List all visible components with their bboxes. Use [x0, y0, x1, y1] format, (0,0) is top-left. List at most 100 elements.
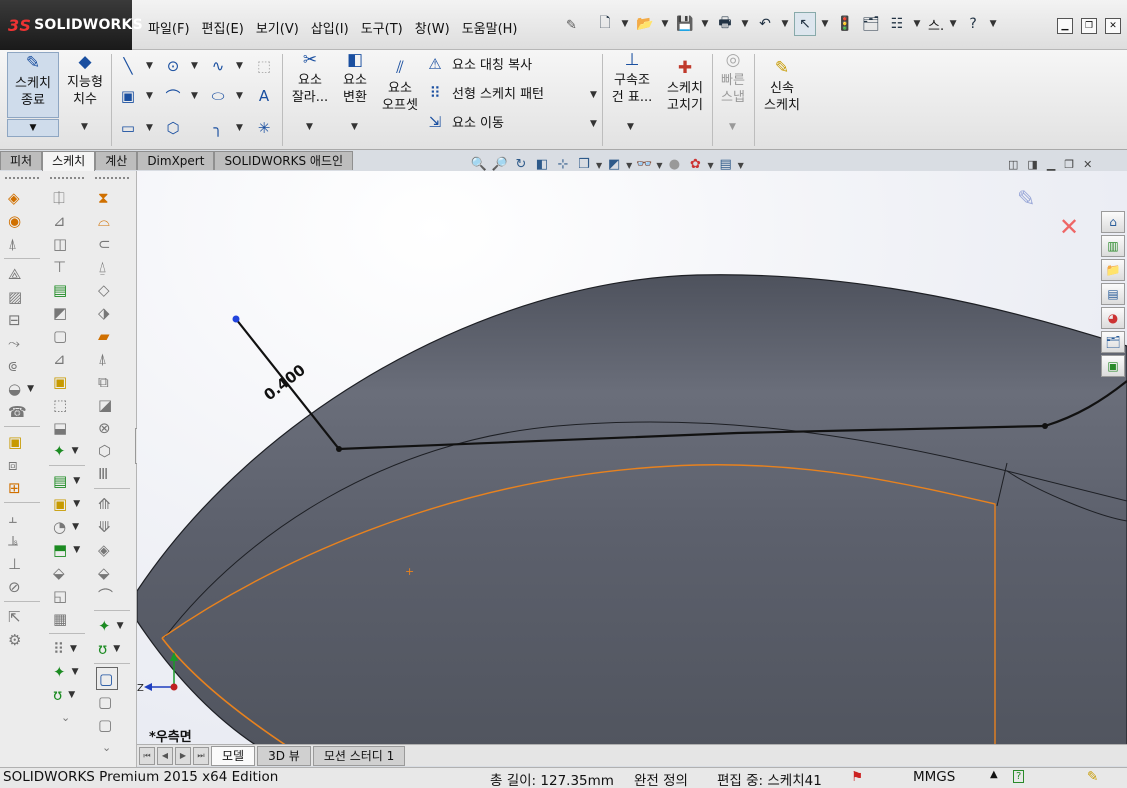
ref-plane-icon[interactable]: ▣: [47, 370, 87, 393]
mold-icon[interactable]: ◔ ▼: [47, 515, 87, 538]
custom-properties-icon[interactable]: 🗂: [1101, 331, 1125, 353]
mirror-entities-button[interactable]: ⚠ 요소 대칭 복사: [426, 54, 532, 74]
new-document-icon[interactable]: 🗋: [594, 12, 616, 36]
sketch-fillet-icon[interactable]: ⧗: [92, 186, 132, 209]
sketch-3d-icon[interactable]: ⎅: [47, 186, 87, 209]
cut-loft-icon[interactable]: ◒ ▼: [2, 377, 42, 400]
menu-help[interactable]: 도움말(H): [456, 16, 524, 39]
prev-tab-icon[interactable]: ◀: [157, 746, 173, 765]
trim-entities-button[interactable]: ✂ 요소 잘라...: [288, 52, 332, 106]
viewport-restore-icon[interactable]: ❐: [1064, 158, 1074, 171]
viewport-split-2-icon[interactable]: ◨: [1027, 158, 1037, 171]
previous-view-icon[interactable]: ↻: [512, 156, 530, 174]
minimize-icon[interactable]: ▁: [1057, 18, 1073, 34]
tab-features[interactable]: 피처: [0, 151, 43, 170]
section-view-icon[interactable]: ◧: [533, 156, 551, 174]
model-body[interactable]: [137, 274, 1127, 746]
options-icon[interactable]: ☷: [886, 12, 908, 36]
arc-icon[interactable]: ⌒: [163, 86, 183, 106]
save-block-icon[interactable]: ▣ ▼: [47, 492, 87, 515]
options-dropdown-icon[interactable]: ▼: [912, 12, 922, 36]
tab-model[interactable]: 모델: [211, 745, 256, 766]
add-sketch-icon[interactable]: ▤: [47, 278, 87, 301]
menu-file[interactable]: 파일(F): [142, 16, 196, 39]
new-dropdown-icon[interactable]: ▼: [620, 12, 630, 36]
boundary-icon[interactable]: ▨: [2, 285, 42, 308]
help-icon[interactable]: ?: [962, 12, 984, 36]
replace-face-icon[interactable]: ◪: [92, 393, 132, 416]
draft-icon[interactable]: ◩: [47, 301, 87, 324]
thicken-icon[interactable]: ▰: [92, 324, 132, 347]
search-commands-label[interactable]: 스.: [928, 15, 944, 34]
home-icon[interactable]: ⌂: [1101, 211, 1125, 233]
display-style-icon[interactable]: ◩: [605, 156, 623, 174]
convert-entities-button[interactable]: ◧ 요소 변환: [336, 52, 374, 106]
sweep-icon[interactable]: ⍋: [2, 232, 42, 255]
dynamic-annotation-icon[interactable]: ⊹: [554, 156, 572, 174]
smart-fastener-icon[interactable]: ✦ ▼: [47, 439, 87, 462]
loft-icon[interactable]: ⟁: [2, 262, 42, 285]
chamfer-icon[interactable]: ⌓: [92, 209, 132, 232]
search-dropdown-icon[interactable]: ▼: [948, 12, 958, 36]
undo-icon[interactable]: ↶: [754, 12, 776, 36]
menu-tools[interactable]: 도구(T): [355, 16, 409, 39]
cut-revolve-icon[interactable]: ⤳: [2, 331, 42, 354]
ruled-surface-icon[interactable]: ⍙: [92, 255, 132, 278]
view-settings-icon[interactable]: ▤: [717, 156, 735, 174]
rebuild-light-icon[interactable]: ⚑: [851, 769, 863, 785]
delete-body-icon[interactable]: ⊗: [92, 416, 132, 439]
tab-dimxpert[interactable]: DimXpert: [137, 151, 215, 170]
expand-toolbar-2-icon[interactable]: ⌄: [92, 736, 132, 759]
line-icon[interactable]: ╲: [118, 56, 138, 76]
zoom-area-icon[interactable]: 🔎: [491, 156, 509, 174]
hole-icon[interactable]: ☎: [2, 400, 42, 423]
fix-icon[interactable]: ⊘: [2, 575, 42, 598]
extend-surface-icon[interactable]: ◇: [92, 278, 132, 301]
exit-sketch-dropdown[interactable]: ▼: [7, 119, 59, 137]
select-dropdown-icon[interactable]: ▼: [820, 12, 830, 36]
plane-icon[interactable]: ▣: [2, 430, 42, 453]
offset-entities-button[interactable]: ⫽ 요소 오프셋: [378, 60, 422, 114]
spring-tool-icon[interactable]: ʊ ▼: [92, 637, 132, 660]
flatten-icon[interactable]: ⟰: [92, 492, 132, 515]
instant-3d-icon[interactable]: ⬓: [47, 416, 87, 439]
print-dropdown-icon[interactable]: ▼: [740, 12, 750, 36]
appearances-icon[interactable]: ◕: [1101, 307, 1125, 329]
unit-system[interactable]: MMGS: [913, 769, 955, 785]
file-explorer-icon[interactable]: ▤: [1101, 283, 1125, 305]
vertical-dimension-icon[interactable]: ⫡: [2, 529, 42, 552]
pattern-icon[interactable]: ⠿ ▼: [47, 637, 87, 660]
rib-icon[interactable]: ⊤: [47, 255, 87, 278]
coordinate-system-icon[interactable]: ⊞: [2, 476, 42, 499]
dimension-value[interactable]: 0.400: [260, 361, 308, 404]
feature-icon[interactable]: ▦: [47, 607, 87, 630]
repair-sketch-button[interactable]: ✚ 스케치 고치기: [662, 60, 708, 114]
tab-motion-study[interactable]: 모션 스터디 1: [312, 745, 406, 766]
hide-show-icon[interactable]: 👓: [635, 156, 653, 174]
spring-icon[interactable]: ʊ ▼: [47, 683, 87, 706]
dome-icon[interactable]: ⌒: [92, 584, 132, 607]
linear-pattern-button[interactable]: ⠿ 선형 스케치 패턴: [426, 83, 545, 103]
menu-edit[interactable]: 편집(E): [196, 16, 250, 39]
smart-dim-icon[interactable]: ⊿: [47, 209, 87, 232]
polygon-icon[interactable]: ⬡: [163, 118, 183, 138]
body-icon[interactable]: ⬡: [92, 439, 132, 462]
print-icon[interactable]: 🖶: [714, 12, 736, 36]
graphics-area[interactable]: 0.400 + Z ✎ ✕ *우측면: [137, 171, 1127, 746]
open-folder-icon[interactable]: 📂: [634, 12, 656, 36]
circle-icon[interactable]: ⊙: [163, 56, 183, 76]
zoom-to-fit-icon[interactable]: 🔍: [470, 156, 488, 174]
quick-snaps-button[interactable]: ◎ 빠른 스냅: [715, 52, 751, 106]
exit-sketch-button[interactable]: ✎ 스케치 종료: [7, 52, 59, 118]
point-icon[interactable]: ✳: [254, 118, 274, 138]
rapid-sketch-button[interactable]: ✎ 신속 스케치: [758, 60, 806, 114]
dimension-icon[interactable]: ⫠: [2, 506, 42, 529]
slot-icon[interactable]: ▭: [118, 118, 138, 138]
tab-evaluate[interactable]: 계산: [95, 151, 138, 170]
traffic-light-icon[interactable]: 🚦: [834, 12, 856, 36]
sketch-vertex-2[interactable]: [1042, 423, 1048, 429]
expand-toolbar-icon[interactable]: ⌄: [47, 706, 87, 729]
view-orientation-icon[interactable]: ❒: [575, 156, 593, 174]
menu-view[interactable]: 보기(V): [250, 16, 305, 39]
copy-icon[interactable]: ⧉: [92, 370, 132, 393]
